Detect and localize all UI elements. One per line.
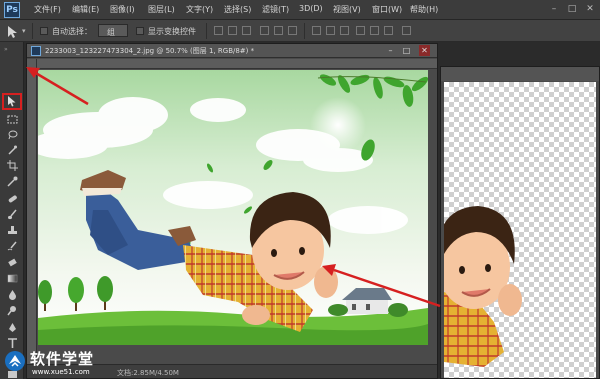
watermark-url: www.xue51.com xyxy=(32,368,90,376)
photoshop-logo: Ps xyxy=(4,2,20,18)
menu-bar: Ps 文件(F) 编辑(E) 图像(I) 图层(L) 文字(Y) 选择(S) 滤… xyxy=(0,0,600,20)
history-brush-icon[interactable] xyxy=(7,241,18,252)
menu-window[interactable]: 窗口(W) xyxy=(372,4,402,15)
gradient-icon[interactable] xyxy=(7,273,18,284)
document-tab[interactable]: 2233003_123227473304_2.jpg @ 50.7% (图层 1… xyxy=(27,44,437,58)
options-bar: ▾ 自动选择： 组 显示变换控件 xyxy=(0,20,600,42)
collapse-panel-icon[interactable]: » xyxy=(4,46,8,53)
separator xyxy=(304,23,305,39)
menu-edit[interactable]: 编辑(E) xyxy=(72,4,99,15)
bandage-icon[interactable] xyxy=(7,193,18,204)
menu-3d[interactable]: 3D(D) xyxy=(299,4,323,13)
software-school-logo xyxy=(5,351,25,371)
watermark: 软件学堂 www.xue51.com xyxy=(2,348,112,378)
distribute-vcenter-icon[interactable] xyxy=(326,26,335,35)
doc-minimize-button[interactable]: – xyxy=(385,45,396,56)
menu-layer[interactable]: 图层(L) xyxy=(148,4,175,15)
doc-close-button[interactable]: ✕ xyxy=(419,45,430,56)
separator xyxy=(32,23,33,39)
auto-align-icon[interactable] xyxy=(402,26,411,35)
brush-icon[interactable] xyxy=(7,209,18,220)
transparent-canvas[interactable] xyxy=(444,82,596,378)
background-document-window[interactable] xyxy=(440,66,600,379)
stamp-icon[interactable] xyxy=(7,225,18,236)
menu-select[interactable]: 选择(S) xyxy=(224,4,251,15)
auto-select-label: 自动选择： xyxy=(52,27,92,36)
distribute-bottom-icon[interactable] xyxy=(340,26,349,35)
app-close-button[interactable]: ✕ xyxy=(584,3,596,15)
eraser-icon[interactable] xyxy=(7,257,18,268)
menu-file[interactable]: 文件(F) xyxy=(34,4,61,15)
move-arrow-icon[interactable] xyxy=(7,96,18,107)
menu-view[interactable]: 视图(V) xyxy=(333,4,361,15)
canvas-image xyxy=(38,70,428,345)
vertical-ruler[interactable] xyxy=(27,59,37,364)
align-left-icon[interactable] xyxy=(260,26,269,35)
document-window[interactable]: 2233003_123227473304_2.jpg @ 50.7% (图层 1… xyxy=(26,43,438,379)
show-transform-label: 显示变换控件 xyxy=(148,27,196,36)
separator xyxy=(206,23,207,39)
app-maximize-button[interactable]: □ xyxy=(566,3,578,15)
canvas[interactable] xyxy=(38,70,428,345)
move-arrow-icon[interactable] xyxy=(6,24,20,38)
pen-icon[interactable] xyxy=(7,322,18,333)
menu-filter[interactable]: 滤镜(T) xyxy=(262,4,289,15)
document-title: 2233003_123227473304_2.jpg @ 50.7% (图层 1… xyxy=(45,47,255,55)
tool-preset-dropdown-icon[interactable]: ▾ xyxy=(22,27,26,35)
eyedropper-icon[interactable] xyxy=(7,176,18,187)
distribute-top-icon[interactable] xyxy=(312,26,321,35)
menu-type[interactable]: 文字(Y) xyxy=(186,4,213,15)
distribute-right-icon[interactable] xyxy=(384,26,393,35)
align-hcenter-icon[interactable] xyxy=(274,26,283,35)
align-bottom-icon[interactable] xyxy=(242,26,251,35)
tools-panel: » xyxy=(0,42,24,379)
show-transform-checkbox[interactable] xyxy=(136,27,144,35)
align-vcenter-icon[interactable] xyxy=(228,26,237,35)
distribute-hcenter-icon[interactable] xyxy=(370,26,379,35)
doc-maximize-button[interactable]: □ xyxy=(401,45,412,56)
document-size-status: 文档:2.85M/4.50M xyxy=(117,369,179,377)
align-right-icon[interactable] xyxy=(288,26,297,35)
auto-select-dropdown[interactable]: 组 xyxy=(98,24,128,37)
align-top-icon[interactable] xyxy=(214,26,223,35)
blur-icon[interactable] xyxy=(7,289,18,300)
ps-document-icon xyxy=(31,46,41,56)
dodge-icon[interactable] xyxy=(7,305,18,316)
app-minimize-button[interactable]: – xyxy=(548,3,560,15)
watermark-brand: 软件学堂 xyxy=(30,350,95,368)
cutout-image xyxy=(444,206,522,367)
distribute-left-icon[interactable] xyxy=(356,26,365,35)
marquee-icon[interactable] xyxy=(7,114,18,125)
background-document-tab[interactable] xyxy=(441,67,599,81)
crop-icon[interactable] xyxy=(7,160,18,171)
lasso-icon[interactable] xyxy=(7,129,18,140)
wand-icon[interactable] xyxy=(7,144,18,155)
auto-select-checkbox[interactable] xyxy=(40,27,48,35)
menu-help[interactable]: 帮助(H) xyxy=(410,4,438,15)
menu-image[interactable]: 图像(I) xyxy=(110,4,135,15)
horizontal-ruler[interactable] xyxy=(37,59,437,69)
